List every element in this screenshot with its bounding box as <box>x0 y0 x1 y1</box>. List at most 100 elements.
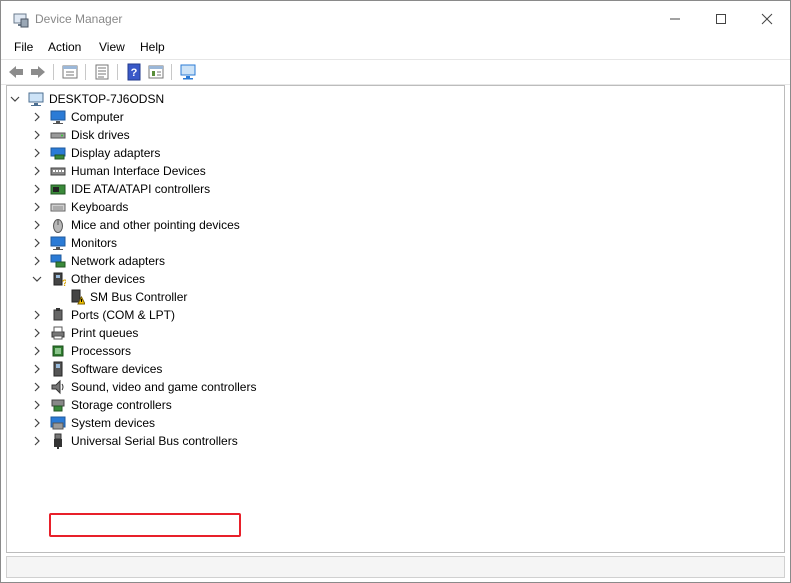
chevron-right-icon[interactable] <box>32 256 42 266</box>
tree-item-keyboards[interactable]: Keyboards <box>32 198 128 216</box>
tree-item-label: Computer <box>71 110 124 124</box>
menu-bar: File Action View Help <box>1 37 790 57</box>
toolbar: ? <box>1 59 790 85</box>
chevron-right-icon[interactable] <box>32 436 42 446</box>
tree-item-computer[interactable]: Computer <box>32 108 124 126</box>
tree-item-label: Display adapters <box>71 146 161 160</box>
back-icon[interactable] <box>7 63 25 81</box>
tree-item-mice-and-other-pointing-devices[interactable]: Mice and other pointing devices <box>32 216 240 234</box>
port-icon <box>53 308 63 321</box>
chevron-right-icon[interactable] <box>32 220 42 230</box>
tree-item-label: Storage controllers <box>71 398 172 412</box>
properties-view-icon[interactable] <box>61 63 79 81</box>
sound-icon <box>51 379 64 395</box>
menu-action[interactable]: Action <box>48 40 81 54</box>
tree-item-display-adapters[interactable]: Display adapters <box>32 144 160 162</box>
usb-icon <box>54 433 62 449</box>
tree-item-universal-serial-bus-controllers[interactable]: Universal Serial Bus controllers <box>32 432 238 450</box>
chevron-right-icon[interactable] <box>32 202 42 212</box>
menu-view[interactable]: View <box>99 40 125 54</box>
system-device-icon <box>50 416 66 430</box>
menu-help[interactable]: Help <box>140 40 165 54</box>
root-label: DESKTOP-7J6ODSN <box>49 92 165 106</box>
tree-item-other-devices[interactable]: ? Other devices <box>32 270 145 288</box>
tree-item-human-interface-devices[interactable]: Human Interface Devices <box>32 162 206 180</box>
tree-item-label: IDE ATA/ATAPI controllers <box>71 182 211 196</box>
tree-item-label: Print queues <box>71 326 139 340</box>
window-title: Device Manager <box>35 12 123 26</box>
chevron-right-icon[interactable] <box>32 346 42 356</box>
help-icon[interactable]: ? <box>125 63 143 81</box>
chevron-down-icon[interactable] <box>32 274 42 284</box>
forward-icon[interactable] <box>29 63 47 81</box>
maximize-icon <box>716 14 726 24</box>
tree-item-print-queues[interactable]: Print queues <box>32 324 138 342</box>
keyboard-icon <box>50 203 66 212</box>
monitor-icon <box>50 236 66 250</box>
tree-item-network-adapters[interactable]: Network adapters <box>32 252 165 270</box>
tree-item-label: System devices <box>71 416 156 430</box>
tree-item-software-devices[interactable]: Software devices <box>32 360 162 378</box>
svg-text:?: ? <box>131 67 138 79</box>
list-icon[interactable] <box>93 63 111 81</box>
tree-item-label: Network adapters <box>71 254 166 268</box>
tree-item-processors[interactable]: Processors <box>32 342 131 360</box>
ide-controller-icon <box>50 184 66 195</box>
tree-item-label: Other devices <box>71 272 146 286</box>
device-manager-window: Device Manager File Action View Help ? D… <box>0 0 791 583</box>
chevron-right-icon[interactable] <box>32 310 42 320</box>
storage-controller-icon <box>51 399 65 412</box>
chevron-right-icon[interactable] <box>32 148 42 158</box>
minimize-button[interactable] <box>652 1 698 37</box>
menu-file[interactable]: File <box>14 40 33 54</box>
tree-item-label: Keyboards <box>71 200 129 214</box>
device-tree[interactable]: DESKTOP-7J6ODSN Computer Disk drives Displ… <box>6 85 785 553</box>
chevron-right-icon[interactable] <box>32 130 42 140</box>
tree-item-ide-ata-atapi-controllers[interactable]: IDE ATA/ATAPI controllers <box>32 180 210 198</box>
tree-item-label: Universal Serial Bus controllers <box>71 434 238 448</box>
chevron-right-icon[interactable] <box>32 418 42 428</box>
chevron-right-icon[interactable] <box>32 364 42 374</box>
chevron-right-icon[interactable] <box>32 166 42 176</box>
chevron-down-icon[interactable] <box>10 94 20 104</box>
close-button[interactable] <box>744 1 790 37</box>
tree-item-label: Processors <box>71 344 132 358</box>
chevron-right-icon[interactable] <box>32 328 42 338</box>
tree-item-label: Ports (COM & LPT) <box>71 308 176 322</box>
tree-item-monitors[interactable]: Monitors <box>32 234 117 252</box>
tree-item-label: Monitors <box>71 236 118 250</box>
software-device-icon <box>53 361 63 377</box>
tree-item-label: SM Bus Controller <box>90 290 188 304</box>
details-icon[interactable] <box>147 63 165 81</box>
tree-item-label: Mice and other pointing devices <box>71 218 240 232</box>
tree-item-label: Human Interface Devices <box>71 164 206 178</box>
tree-item-storage-controllers[interactable]: Storage controllers <box>32 396 172 414</box>
maximize-button[interactable] <box>698 1 744 37</box>
processor-icon <box>52 345 64 357</box>
tree-item-system-devices[interactable]: System devices <box>32 414 155 432</box>
tree-item-label: Software devices <box>71 362 163 376</box>
scan-hardware-icon[interactable] <box>179 63 197 81</box>
network-adapter-icon <box>50 254 66 268</box>
tree-item-ports-com-lpt[interactable]: Ports (COM & LPT) <box>32 306 175 324</box>
chevron-right-icon[interactable] <box>32 112 42 122</box>
chevron-right-icon[interactable] <box>32 400 42 410</box>
hid-icon <box>50 167 66 176</box>
svg-text:?: ? <box>62 278 66 287</box>
computer-icon <box>50 110 66 124</box>
printer-icon <box>51 326 65 340</box>
status-bar <box>6 556 785 578</box>
tree-item-disk-drives[interactable]: Disk drives <box>32 126 130 144</box>
computer-icon <box>28 92 44 106</box>
chevron-right-icon[interactable] <box>32 238 42 248</box>
chevron-right-icon[interactable] <box>32 184 42 194</box>
chevron-right-icon[interactable] <box>32 382 42 392</box>
tree-item-label: Disk drives <box>71 128 130 142</box>
disk-drive-icon <box>50 132 66 139</box>
warning-device-icon <box>71 289 85 305</box>
tree-root[interactable]: DESKTOP-7J6ODSN <box>10 90 164 108</box>
tree-item-sm-bus-controller[interactable]: SM Bus Controller <box>69 288 187 306</box>
tree-item-sound-video-and-game-controllers[interactable]: Sound, video and game controllers <box>32 378 256 396</box>
display-adapter-icon <box>50 147 66 160</box>
mouse-icon <box>53 219 63 233</box>
